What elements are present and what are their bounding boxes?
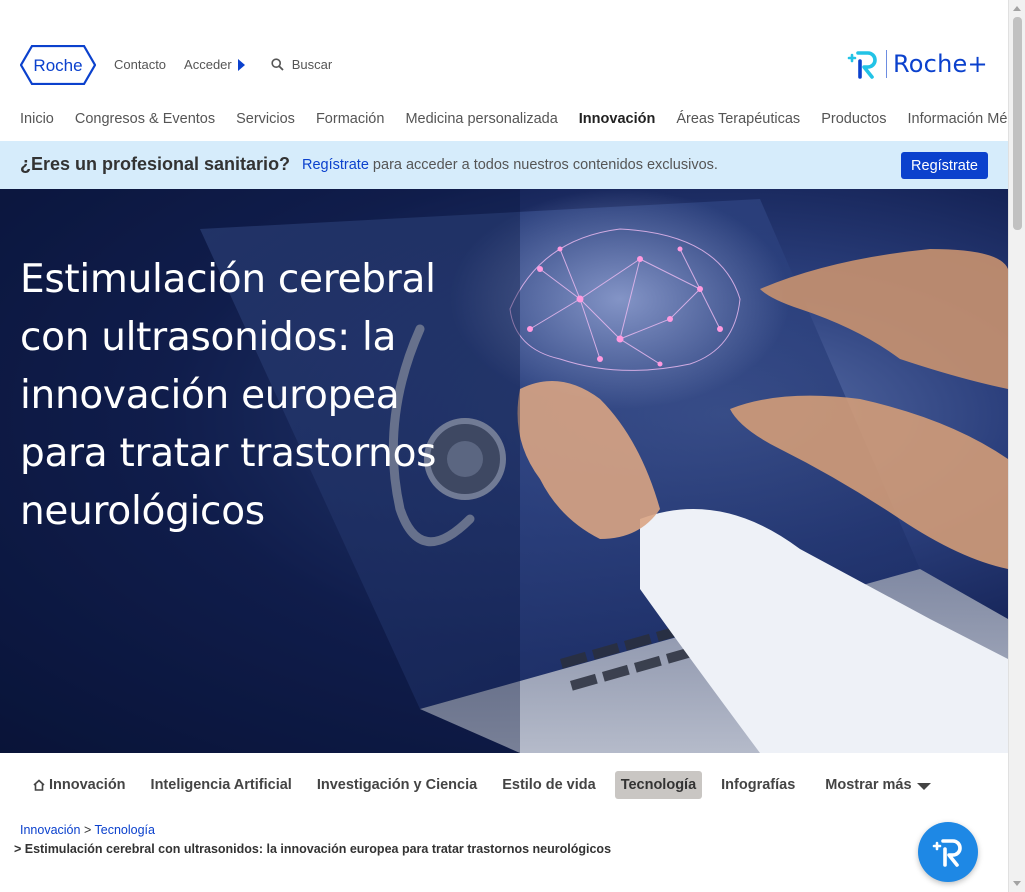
show-more-button[interactable]: Mostrar más — [825, 777, 931, 793]
vertical-scrollbar[interactable] — [1008, 0, 1025, 892]
hero-title: Estimulación cerebral con ultrasonidos: … — [20, 257, 437, 534]
nav-item-inicio[interactable]: Inicio — [20, 111, 54, 127]
nav-item-congresos[interactable]: Congresos & Eventos — [75, 111, 215, 127]
search-icon — [271, 58, 284, 71]
nav-item-formacion[interactable]: Formación — [316, 111, 385, 127]
hero-banner: Estimulación cerebral con ultrasonidos: … — [0, 189, 1008, 753]
breadcrumb-separator: > — [83, 823, 92, 837]
breadcrumb-current: > Estimulación cerebral con ultrasonidos… — [14, 842, 612, 856]
contact-link[interactable]: Contacto — [114, 57, 166, 72]
scroll-up-icon[interactable] — [1013, 6, 1021, 11]
scroll-thumb[interactable] — [1013, 17, 1022, 230]
roche-logo-text: Roche — [33, 56, 82, 75]
banner-register-link[interactable]: Regístrate — [302, 157, 369, 173]
main-nav: Inicio Congresos & Eventos Servicios For… — [20, 111, 1025, 127]
subnav-item-inteligencia-artificial[interactable]: Inteligencia Artificial — [151, 777, 292, 793]
home-icon — [33, 779, 45, 791]
roche-plus-wordmark: Roche+ — [893, 50, 988, 78]
site-header: Roche Contacto Acceder Buscar Roche+ Ini… — [0, 0, 1025, 140]
professional-banner: ¿Eres un profesional sanitario? Regístra… — [0, 141, 1008, 189]
subnav-item-investigacion-ciencia[interactable]: Investigación y Ciencia — [317, 777, 477, 793]
roche-plus-chat-icon — [932, 839, 962, 867]
show-more-label: Mostrar más — [825, 777, 912, 793]
nav-item-areas-terapeuticas[interactable]: Áreas Terapéuticas — [676, 111, 800, 127]
subnav-item-estilo-de-vida[interactable]: Estilo de vida — [502, 777, 595, 793]
caret-right-icon — [237, 58, 245, 71]
scroll-down-icon[interactable] — [1013, 881, 1021, 886]
roche-logo[interactable]: Roche — [20, 45, 96, 85]
nav-item-servicios[interactable]: Servicios — [236, 111, 295, 127]
roche-plus-icon — [847, 51, 877, 79]
subnav-item-innovacion[interactable]: Innovación — [33, 777, 126, 793]
nav-item-innovacion[interactable]: Innovación — [579, 111, 656, 127]
register-button[interactable]: Regístrate — [901, 152, 988, 179]
search-placeholder: Buscar — [291, 57, 333, 72]
breadcrumb-item-innovacion[interactable]: Innovación — [20, 823, 80, 837]
nav-item-productos[interactable]: Productos — [821, 111, 886, 127]
login-link-label: Acceder — [184, 57, 232, 72]
subnav-items: Innovación Inteligencia Artificial Inves… — [33, 771, 931, 799]
breadcrumb-item-tecnologia[interactable]: Tecnología — [95, 823, 155, 837]
banner-text: Regístrate para acceder a todos nuestros… — [302, 157, 718, 173]
subnav-item-infografias[interactable]: Infografías — [721, 777, 795, 793]
banner-question: ¿Eres un profesional sanitario? — [20, 154, 291, 174]
nav-item-medicina-personalizada[interactable]: Medicina personalizada — [405, 111, 557, 127]
login-link[interactable]: Acceder — [184, 57, 245, 72]
top-links: Contacto Acceder Buscar — [114, 57, 332, 72]
roche-plus-logo[interactable]: Roche+ — [846, 47, 988, 81]
breadcrumb: Innovación > Tecnología — [20, 823, 155, 837]
banner-text-rest: para acceder a todos nuestros contenidos… — [368, 157, 718, 173]
subnav-item-label: Innovación — [49, 777, 126, 793]
chat-assistant-button[interactable] — [918, 822, 978, 882]
category-subnav: Innovación Inteligencia Artificial Inves… — [0, 753, 1008, 817]
roche-plus-separator — [886, 50, 887, 78]
search-control[interactable]: Buscar — [271, 57, 332, 72]
subnav-item-tecnologia[interactable]: Tecnología — [614, 771, 703, 799]
triangle-down-icon — [916, 782, 931, 790]
